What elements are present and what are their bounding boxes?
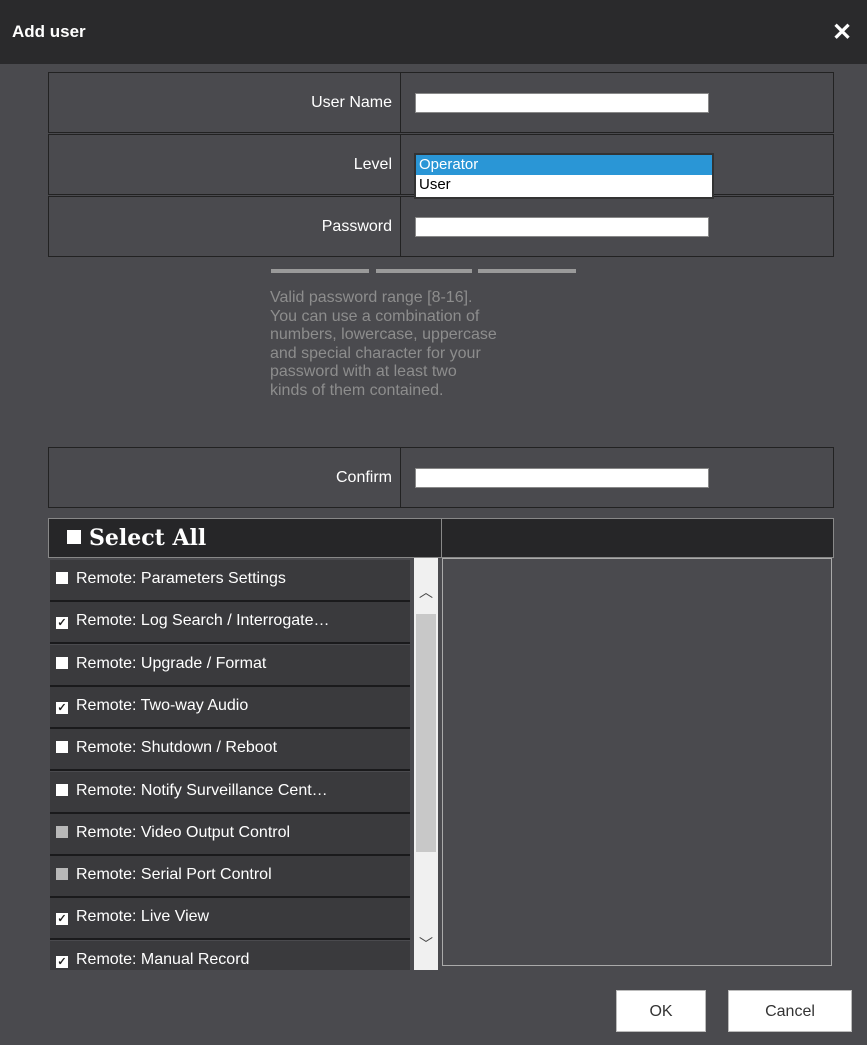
checkbox-icon[interactable] xyxy=(56,783,68,796)
permission-item-label: Remote: Manual Record xyxy=(76,950,250,968)
permission-item-label: Remote: Parameters Settings xyxy=(76,570,286,587)
select-all-box xyxy=(67,530,81,544)
permission-item[interactable]: Remote: Upgrade / Format xyxy=(50,644,410,687)
permission-detail-panel xyxy=(442,558,832,966)
checkbox-icon[interactable] xyxy=(56,656,68,669)
password-input[interactable] xyxy=(415,217,709,237)
checkbox-icon[interactable] xyxy=(56,741,68,754)
user-name-input[interactable] xyxy=(415,93,709,113)
select-all-checkbox[interactable]: Select All xyxy=(67,525,206,551)
confirm-row: Confirm xyxy=(48,447,834,508)
permission-item-label: Remote: Log Search / Interrogate… xyxy=(76,612,330,630)
permission-item-label: Remote: Upgrade / Format xyxy=(76,654,267,672)
checkbox-checked-icon[interactable]: ✓ xyxy=(56,617,68,630)
permission-item[interactable]: ✓ Remote: Manual Record xyxy=(50,940,410,970)
dialog-title: Add user xyxy=(12,22,86,41)
level-listbox[interactable]: Operator User xyxy=(414,153,714,199)
scroll-thumb[interactable] xyxy=(416,614,436,852)
chevron-down-icon[interactable]: ﹀ xyxy=(414,934,438,954)
permission-scrollbar[interactable]: ︿ ﹀ xyxy=(414,558,438,970)
checkbox-checked-icon[interactable]: ✓ xyxy=(56,701,68,714)
permission-item[interactable]: ✓ Remote: Live View xyxy=(50,898,410,941)
password-hint: Valid password range [8-16]. You can use… xyxy=(270,289,497,399)
select-all-label: Select All xyxy=(89,525,207,551)
permissions-header: Select All xyxy=(48,518,834,558)
permission-item[interactable]: ✓ Remote: Log Search / Interrogate… xyxy=(50,602,410,645)
permission-item[interactable]: Remote: Notify Surveillance Cent… xyxy=(50,771,410,814)
permission-item-label: Remote: Video Output Control xyxy=(76,823,291,841)
level-label: Level xyxy=(49,135,401,194)
password-strength-bar-2 xyxy=(376,269,472,273)
permission-item-label: Remote: Live View xyxy=(76,908,210,926)
permission-item-label: Remote: Notify Surveillance Cent… xyxy=(76,781,328,799)
checkbox-checked-icon[interactable]: ✓ xyxy=(56,955,68,968)
password-label: Password xyxy=(49,197,401,256)
level-option-user[interactable]: User xyxy=(416,175,712,195)
permission-item[interactable]: Remote: Serial Port Control xyxy=(50,856,410,899)
checkbox-icon[interactable] xyxy=(56,572,68,584)
confirm-input[interactable] xyxy=(415,468,709,488)
permission-item-label: Remote: Shutdown / Reboot xyxy=(76,739,278,757)
level-option-operator[interactable]: Operator xyxy=(416,155,712,175)
close-icon[interactable]: ✕ xyxy=(832,18,852,47)
checkbox-icon[interactable] xyxy=(56,868,68,881)
permission-item[interactable]: ✓ Remote: Two-way Audio xyxy=(50,686,410,729)
chevron-up-icon[interactable]: ︿ xyxy=(414,582,438,602)
permission-item[interactable]: Remote: Shutdown / Reboot xyxy=(50,729,410,772)
password-strength-bar-1 xyxy=(271,269,369,273)
permission-item-label: Remote: Serial Port Control xyxy=(76,866,272,884)
password-row: Password xyxy=(48,196,834,257)
checkbox-icon[interactable] xyxy=(56,825,68,838)
checkbox-checked-icon[interactable]: ✓ xyxy=(56,913,68,926)
permission-item[interactable]: Remote: Parameters Settings xyxy=(50,560,410,602)
ok-button[interactable]: OK xyxy=(616,990,706,1032)
cancel-button[interactable]: Cancel xyxy=(728,990,852,1032)
user-name-row: User Name xyxy=(48,72,834,133)
dialog-titlebar: Add user ✕ xyxy=(0,0,867,64)
user-name-label: User Name xyxy=(49,73,401,132)
password-strength-bar-3 xyxy=(478,269,576,273)
permission-list: Remote: Parameters Settings ✓ Remote: Log … xyxy=(48,558,440,970)
permissions-panel: Select All Remote: Parameters Settings ✓ R… xyxy=(48,518,834,970)
header-divider xyxy=(441,519,442,557)
permission-item[interactable]: Remote: Video Output Control xyxy=(50,813,410,856)
permission-item-label: Remote: Two-way Audio xyxy=(76,696,249,714)
confirm-label: Confirm xyxy=(49,448,401,507)
